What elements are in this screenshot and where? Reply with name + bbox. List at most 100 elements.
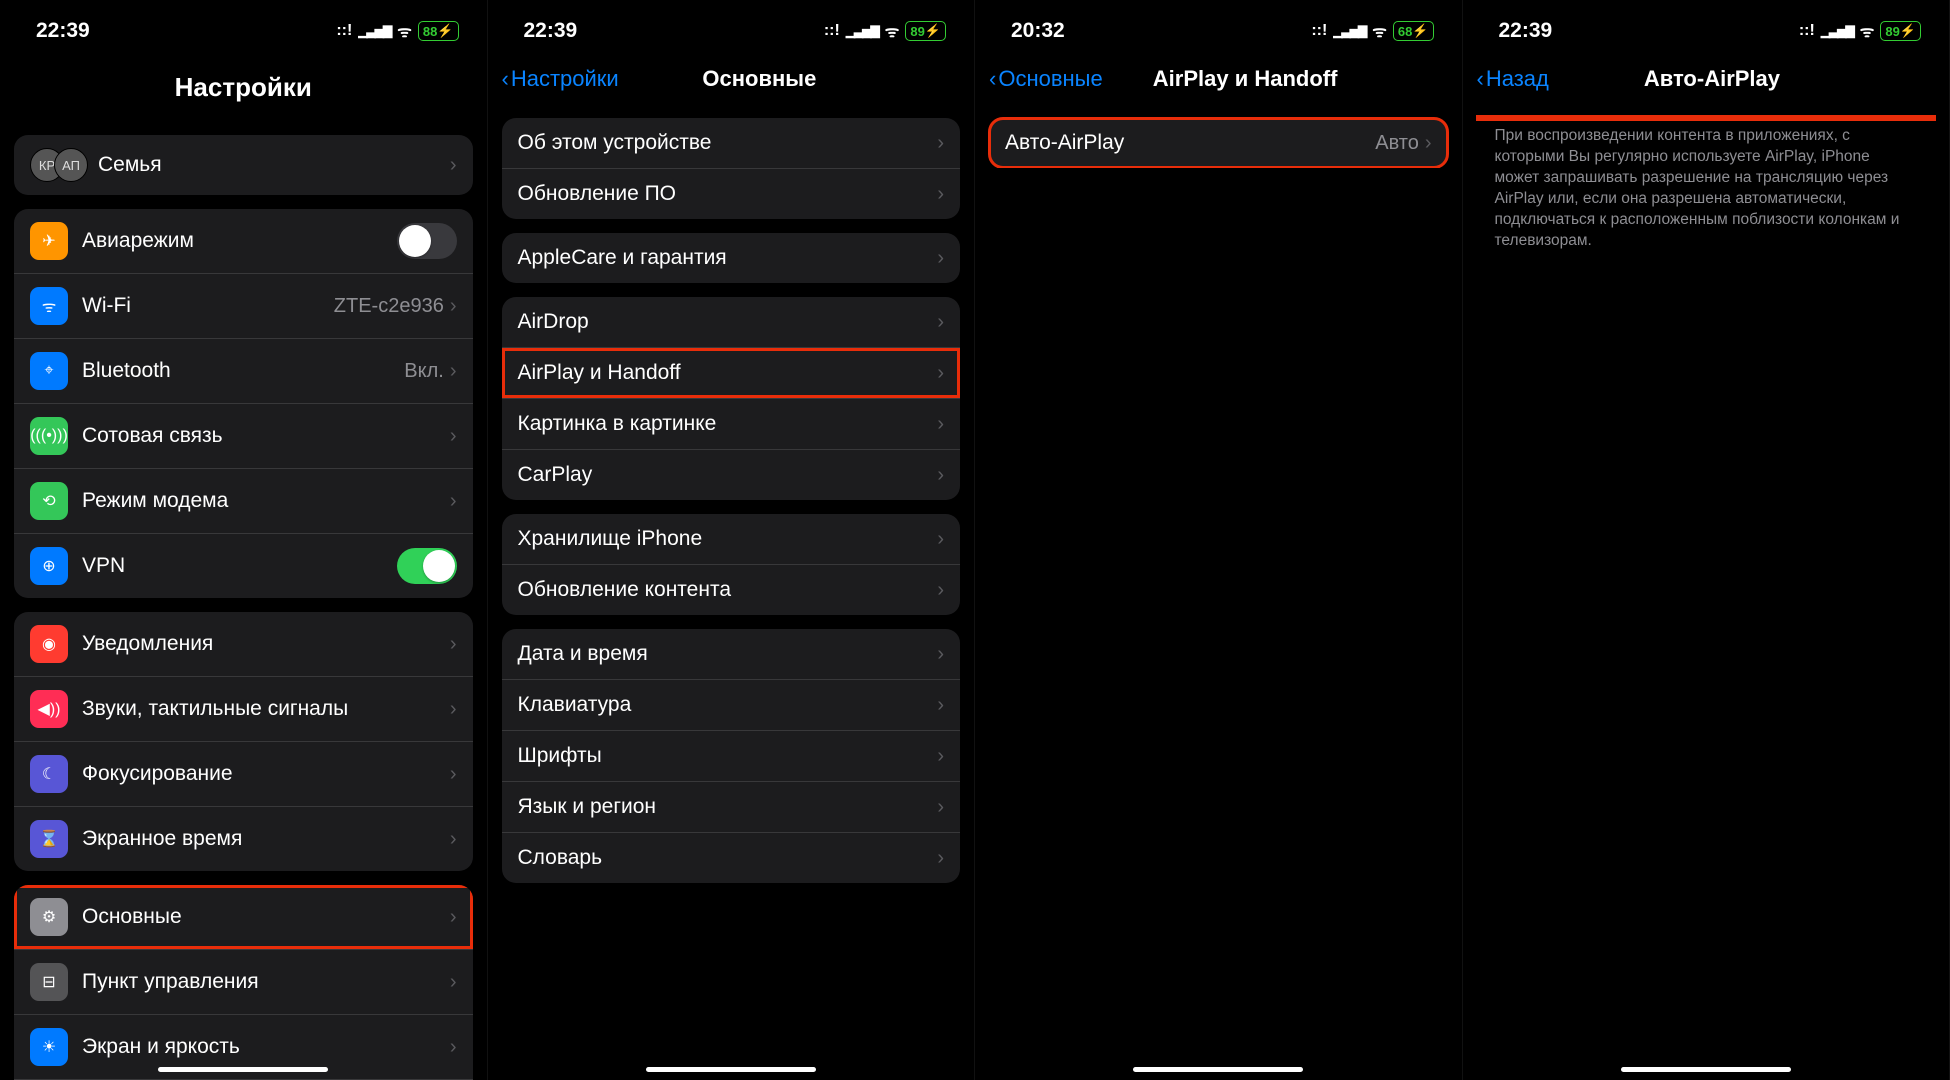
row-value: Авто: [1375, 132, 1419, 155]
status-bar: 20:32 ::! ᯤ 68⚡: [975, 0, 1462, 56]
status-bar: 22:39 ::! ᯤ 88⚡: [0, 0, 487, 56]
chevron-icon: ›: [450, 490, 457, 513]
settings-row[interactable]: ✈︎Авиарежим: [14, 209, 473, 274]
settings-row[interactable]: Шрифты›: [502, 731, 961, 782]
chevron-icon: ›: [937, 528, 944, 551]
settings-row[interactable]: Дата и время›: [502, 629, 961, 680]
chevron-icon: ›: [450, 295, 457, 318]
settings-row[interactable]: Картинка в картинке›: [502, 399, 961, 450]
settings-row[interactable]: AppleCare и гарантия›: [502, 233, 961, 283]
status-time: 20:32: [1011, 19, 1065, 43]
row-value: ZTE-c2e936: [334, 295, 444, 318]
row-label: Обновление контента: [518, 578, 938, 602]
status-right: ::! ᯤ 68⚡: [1311, 20, 1433, 42]
settings-row[interactable]: AirPlay и Handoff›: [502, 348, 961, 399]
row-icon: ⌛: [30, 820, 68, 858]
row-label: Об этом устройстве: [518, 131, 938, 155]
chevron-left-icon: ‹: [1477, 66, 1484, 92]
settings-row[interactable]: AirDrop›: [502, 297, 961, 348]
row-label: Звуки, тактильные сигналы: [82, 697, 450, 721]
home-indicator[interactable]: [1133, 1067, 1303, 1072]
row-label: CarPlay: [518, 463, 938, 487]
settings-row[interactable]: ◉Уведомления›: [14, 612, 473, 677]
row-label: AirDrop: [518, 310, 938, 334]
row-label: Дата и время: [518, 642, 938, 666]
chevron-left-icon: ‹: [989, 66, 996, 92]
settings-row[interactable]: ᯤWi-FiZTE-c2e936›: [14, 274, 473, 339]
settings-row[interactable]: Авто-AirPlayАвто›: [989, 118, 1448, 168]
family-avatars: КР АП: [30, 148, 88, 182]
toggle-switch[interactable]: [397, 223, 457, 259]
row-label: Экран и яркость: [82, 1035, 450, 1059]
row-label: Пункт управления: [82, 970, 450, 994]
signal-icon: [1333, 22, 1366, 40]
home-indicator[interactable]: [1621, 1067, 1791, 1072]
settings-group: AppleCare и гарантия›: [502, 233, 961, 283]
chevron-icon: ›: [937, 311, 944, 334]
row-label: AirPlay и Handoff: [518, 361, 938, 385]
row-icon: ◉: [30, 625, 68, 663]
settings-row[interactable]: ☾Фокусирование›: [14, 742, 473, 807]
status-time: 22:39: [524, 19, 578, 43]
row-icon: ☀︎: [30, 1028, 68, 1066]
settings-row[interactable]: Хранилище iPhone›: [502, 514, 961, 565]
avatar: АП: [54, 148, 88, 182]
settings-row[interactable]: CarPlay›: [502, 450, 961, 500]
row-label: Экранное время: [82, 827, 450, 851]
row-label: Семья: [98, 153, 450, 177]
battery-icon: 88⚡: [418, 21, 459, 41]
settings-row[interactable]: Словарь›: [502, 833, 961, 883]
settings-row[interactable]: ⟲Режим модема›: [14, 469, 473, 534]
row-label: Шрифты: [518, 744, 938, 768]
chevron-icon: ›: [450, 1036, 457, 1059]
settings-row[interactable]: Обновление контента›: [502, 565, 961, 615]
settings-row[interactable]: ⚙︎Основные›: [14, 885, 473, 950]
settings-row[interactable]: ⌖BluetoothВкл.›: [14, 339, 473, 404]
family-row[interactable]: КР АП Семья ›: [14, 135, 473, 195]
row-label: Bluetooth: [82, 359, 404, 383]
settings-row[interactable]: (((•)))Сотовая связь›: [14, 404, 473, 469]
signal-icon: [1821, 22, 1854, 40]
chevron-icon: ›: [450, 763, 457, 786]
status-extra: ::!: [824, 22, 840, 40]
chevron-icon: ›: [450, 698, 457, 721]
battery-icon: 89⚡: [1880, 21, 1921, 41]
settings-row[interactable]: ⌛Экранное время›: [14, 807, 473, 871]
settings-row[interactable]: Об этом устройстве›: [502, 118, 961, 169]
settings-row[interactable]: ⊕VPN: [14, 534, 473, 598]
chevron-icon: ›: [1425, 132, 1432, 155]
row-label: Фокусирование: [82, 762, 450, 786]
settings-row[interactable]: ⊟ Пункт управления›: [14, 950, 473, 1015]
settings-row[interactable]: Обновление ПО›: [502, 169, 961, 219]
row-label: Уведомления: [82, 632, 450, 656]
nav-bar: ‹ Назад Авто-AirPlay: [1463, 56, 1950, 104]
home-indicator[interactable]: [646, 1067, 816, 1072]
settings-group: Об этом устройстве›Обновление ПО›: [502, 118, 961, 219]
row-icon: ✈︎: [30, 222, 68, 260]
chevron-icon: ›: [937, 362, 944, 385]
wifi-icon: ᯤ: [397, 20, 412, 42]
row-icon: ⊟: [30, 963, 68, 1001]
nav-bar: ‹ Основные AirPlay и Handoff: [975, 56, 1462, 104]
row-icon: ◀︎)): [30, 690, 68, 728]
page-title: Настройки: [0, 56, 487, 121]
settings-group: Дата и время›Клавиатура›Шрифты›Язык и ре…: [502, 629, 961, 883]
row-label: Wi-Fi: [82, 294, 334, 318]
status-right: ::! ᯤ 89⚡: [1799, 20, 1921, 42]
settings-row[interactable]: ◀︎)) Звуки, тактильные сигналы›: [14, 677, 473, 742]
chevron-icon: ›: [450, 154, 457, 177]
settings-row[interactable]: Клавиатура›: [502, 680, 961, 731]
chevron-icon: ›: [937, 643, 944, 666]
settings-group: AirDrop›AirPlay и Handoff›Картинка в кар…: [502, 297, 961, 500]
chevron-icon: ›: [450, 971, 457, 994]
home-indicator[interactable]: [158, 1067, 328, 1072]
page-title: Основные: [559, 66, 960, 92]
chevron-icon: ›: [937, 796, 944, 819]
chevron-icon: ›: [937, 579, 944, 602]
chevron-icon: ›: [937, 183, 944, 206]
toggle-switch[interactable]: [397, 548, 457, 584]
settings-row[interactable]: Язык и регион›: [502, 782, 961, 833]
wifi-icon: ᯤ: [1860, 20, 1875, 42]
status-right: ::! ᯤ 89⚡: [824, 20, 946, 42]
row-value: Вкл.: [404, 360, 444, 383]
